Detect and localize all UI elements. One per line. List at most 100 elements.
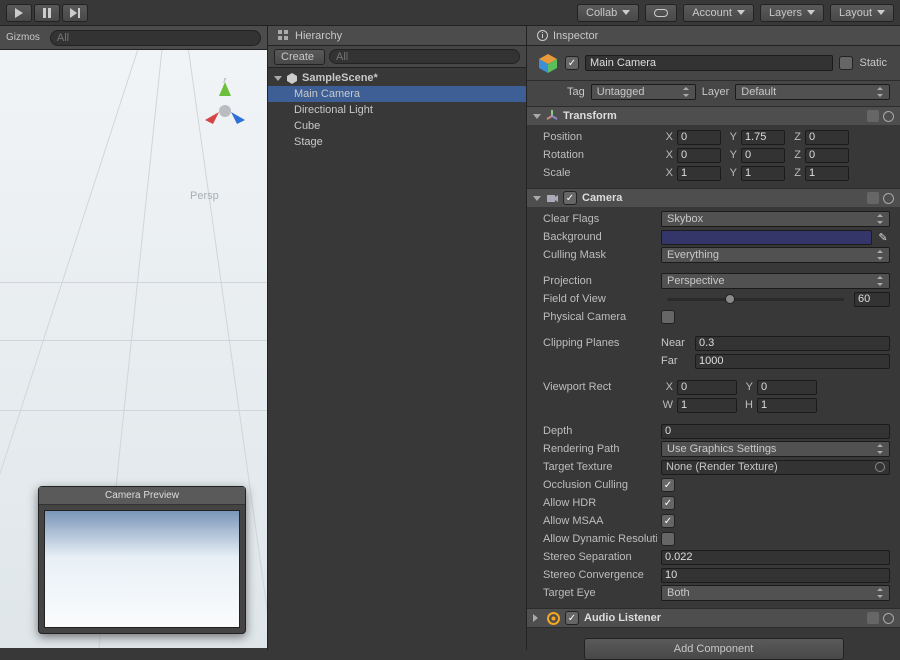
orientation-gizmo[interactable]: y [195,78,255,138]
play-icon [15,8,23,18]
near-field[interactable] [695,336,890,351]
add-component-button[interactable]: Add Component [584,638,844,660]
play-button[interactable] [6,4,32,22]
pause-button[interactable] [34,4,60,22]
gear-icon[interactable] [883,111,894,122]
allow-msaa-checkbox[interactable] [661,514,675,528]
gameobject-active-checkbox[interactable] [565,56,579,70]
depth-field[interactable] [661,424,890,439]
layers-menu[interactable]: Layers [760,4,824,22]
help-icon[interactable] [867,110,879,122]
position-z-field[interactable] [805,130,849,145]
eyedropper-icon[interactable]: ✎ [876,230,890,244]
tag-dropdown[interactable]: Untagged [591,84,696,100]
cloud-button[interactable] [645,4,677,22]
gameobject-name-input[interactable] [585,55,833,71]
hierarchy-item-directional-light[interactable]: Directional Light [268,102,526,118]
account-menu[interactable]: Account [683,4,754,22]
scene-viewport[interactable]: y Persp Camera Preview [0,50,267,648]
far-field[interactable] [695,354,890,369]
scale-y-field[interactable] [741,166,785,181]
static-checkbox[interactable] [839,56,853,70]
top-toolbar: Collab Account Layers Layout [0,0,900,26]
camera-header[interactable]: Camera [527,189,900,207]
viewport-h-field[interactable] [757,398,817,413]
stereo-convergence-field[interactable] [661,568,890,583]
occlusion-culling-checkbox[interactable] [661,478,675,492]
target-eye-dropdown[interactable]: Both [661,585,890,601]
background-color-field[interactable] [661,230,872,245]
gear-icon[interactable] [883,613,894,624]
physical-camera-checkbox[interactable] [661,310,675,324]
hierarchy-toolbar: Create [268,46,526,68]
allow-hdr-label: Allow HDR [537,497,657,509]
dynamic-resolution-checkbox[interactable] [661,532,675,546]
scene-search-input[interactable] [50,30,261,46]
scene-row[interactable]: SampleScene* [268,70,526,86]
pause-icon [43,8,51,18]
stereo-separation-field[interactable] [661,550,890,565]
camera-title: Camera [582,192,622,204]
viewport-y-field[interactable] [757,380,817,395]
step-button[interactable] [62,4,88,22]
tag-label: Tag [567,86,585,98]
rotation-y-field[interactable] [741,148,785,163]
target-texture-label: Target Texture [537,461,657,473]
audio-listener-enabled-checkbox[interactable] [565,611,579,625]
clear-flags-dropdown[interactable]: Skybox [661,211,890,227]
fov-field[interactable] [854,292,890,307]
inspector-tab[interactable]: Inspector [527,26,900,46]
hierarchy-item-stage[interactable]: Stage [268,134,526,150]
hierarchy-item-cube[interactable]: Cube [268,118,526,134]
foldout-icon[interactable] [533,614,542,622]
camera-enabled-checkbox[interactable] [563,191,577,205]
svg-text:y: y [222,78,228,83]
layer-dropdown[interactable]: Default [735,84,890,100]
viewport-w-field[interactable] [677,398,737,413]
stereo-convergence-label: Stereo Convergence [537,569,657,581]
hierarchy-search-input[interactable] [329,49,520,64]
foldout-icon[interactable] [533,196,541,201]
culling-mask-dropdown[interactable]: Everything [661,247,890,263]
tag-value: Untagged [597,86,645,98]
camera-preview-title: Camera Preview [39,487,245,505]
projection-dropdown[interactable]: Perspective [661,273,890,289]
layout-menu[interactable]: Layout [830,4,894,22]
gizmos-toggle[interactable]: Gizmos [6,32,40,43]
allow-hdr-checkbox[interactable] [661,496,675,510]
create-menu[interactable]: Create [274,49,325,65]
layer-label: Layer [702,86,730,98]
hierarchy-tab[interactable]: Hierarchy [268,26,526,46]
help-icon[interactable] [867,192,879,204]
physical-camera-label: Physical Camera [537,311,657,323]
object-picker-icon[interactable] [875,462,885,472]
fov-label: Field of View [537,293,657,305]
position-y-field[interactable] [741,130,785,145]
rotation-z-field[interactable] [805,148,849,163]
rotation-x-field[interactable] [677,148,721,163]
dynamic-resolution-label: Allow Dynamic Resolution [537,533,657,545]
help-icon[interactable] [867,612,879,624]
gear-icon[interactable] [883,193,894,204]
transform-header[interactable]: Transform [527,107,900,125]
layout-label: Layout [839,7,872,19]
layers-label: Layers [769,7,802,19]
chevron-down-icon [877,10,885,15]
hierarchy-icon [278,30,289,41]
foldout-icon[interactable] [274,76,282,81]
collab-menu[interactable]: Collab [577,4,639,22]
gameobject-header: Static [527,46,900,81]
scale-x-field[interactable] [677,166,721,181]
viewport-x-field[interactable] [677,380,737,395]
target-texture-field[interactable]: None (Render Texture) [661,460,890,475]
audio-listener-header[interactable]: Audio Listener [527,609,900,627]
static-label: Static [859,57,890,69]
foldout-icon[interactable] [533,114,541,119]
item-label: Cube [294,120,320,132]
fov-slider[interactable] [667,292,844,306]
scale-z-field[interactable] [805,166,849,181]
account-label: Account [692,7,732,19]
position-x-field[interactable] [677,130,721,145]
hierarchy-item-main-camera[interactable]: Main Camera [268,86,526,102]
rendering-path-dropdown[interactable]: Use Graphics Settings [661,441,890,457]
